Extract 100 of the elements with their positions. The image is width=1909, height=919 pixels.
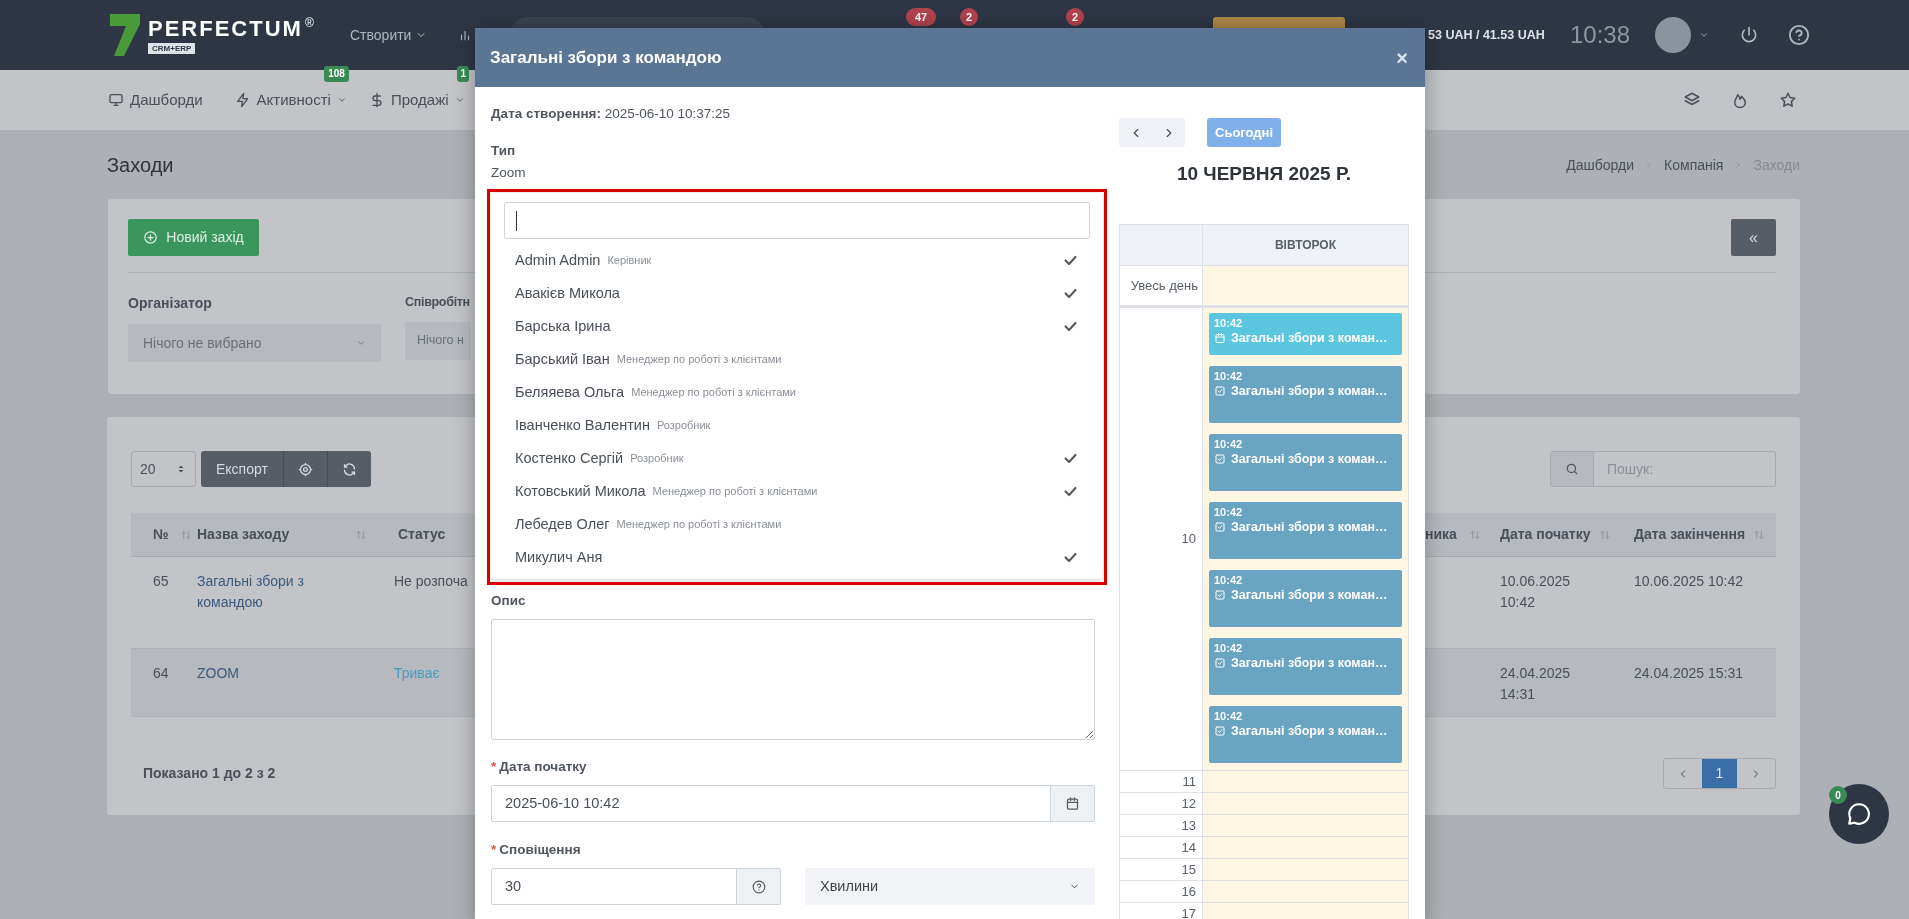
calendar-event[interactable]: 10:42 Загальні збори з коман…: [1209, 434, 1402, 491]
plus-circle-icon: [143, 230, 159, 245]
checkbox-icon: [1214, 725, 1226, 737]
column-header[interactable]: ника: [1425, 524, 1457, 545]
column-header[interactable]: Дата закінчення: [1634, 524, 1746, 545]
hour-label: 15: [1181, 862, 1196, 877]
create-menu[interactable]: Створити: [350, 24, 438, 46]
creation-date: Дата створення: 2025-06-10 10:37:25: [491, 105, 732, 122]
star-icon: [1779, 91, 1797, 109]
unit-select[interactable]: Хвилини: [805, 868, 1095, 905]
hour-label: 10: [1181, 530, 1196, 549]
event-link[interactable]: Загальні збори з командою: [185, 571, 378, 613]
reminder-field[interactable]: 30: [491, 868, 737, 905]
settings-icon: [297, 461, 313, 477]
column-header[interactable]: Статус: [398, 524, 446, 545]
hour-label: 13: [1181, 818, 1196, 833]
hour-label: 17: [1181, 906, 1196, 919]
help-icon: [751, 879, 766, 894]
page-size-select[interactable]: 20: [131, 451, 196, 487]
search-field[interactable]: [504, 202, 1090, 239]
calendar-event[interactable]: 10:42 Загальні збори з коман…: [1209, 638, 1402, 695]
type-value: Zoom: [491, 165, 527, 181]
power-icon: [1739, 25, 1759, 45]
notification-badge: 47: [906, 8, 936, 26]
hour-label: 12: [1181, 796, 1196, 811]
balance: 53 UAH / 41.53 UAH: [1428, 26, 1546, 44]
column-header[interactable]: Назва заходу: [197, 524, 290, 545]
calendar-event[interactable]: 10:42 Загальні збори з коман…: [1209, 366, 1402, 423]
table-cell-text: 24.04.2025 14:31: [1499, 664, 1572, 704]
new-event-button[interactable]: Новий захід: [128, 219, 259, 256]
today-button[interactable]: Сьогодні: [1207, 118, 1282, 147]
date-field[interactable]: 2025-06-10 10:42: [491, 785, 1051, 822]
checkbox-icon: [1214, 385, 1226, 397]
breadcrumb-link[interactable]: Компанія: [1664, 154, 1724, 176]
search-icon: [1565, 462, 1579, 476]
search-button[interactable]: [1550, 451, 1594, 487]
lightning-icon: [234, 92, 251, 108]
participant-option[interactable]: Микулич Аня: [491, 541, 1103, 574]
caret-icon: [356, 338, 366, 348]
select-field[interactable]: Нічого н: [405, 321, 471, 360]
calendar-icon: [1065, 796, 1080, 811]
table-summary: Показано 1 до 2 з 2: [142, 764, 276, 783]
participant-option[interactable]: Барська Ірина: [491, 310, 1103, 343]
all-day-label: Увесь день: [1130, 276, 1198, 295]
description-field[interactable]: [491, 619, 1095, 740]
participant-option[interactable]: Барський Іван Менеджер по роботі з клієнтами: [491, 343, 1103, 376]
avatar[interactable]: [1655, 17, 1691, 53]
column-header[interactable]: №: [153, 524, 169, 545]
table-cell-text: 24.04.2025 15:31: [1633, 664, 1744, 683]
calendar-icon: [1214, 332, 1226, 344]
page-button[interactable]: 1: [1702, 759, 1737, 788]
status-text: Не розпоча: [393, 572, 469, 591]
notification-badge: 2: [1066, 8, 1084, 26]
hour-label: 11: [1182, 774, 1196, 789]
participant-option[interactable]: Костенко Сергій Розробник: [491, 442, 1103, 475]
hour-label: 14: [1181, 840, 1196, 855]
caret-icon: [1699, 30, 1709, 40]
participant-option[interactable]: Беляяева Ольга Менеджер по роботі з клієнтами: [491, 376, 1103, 409]
table-cell-text: 10.06.2025 10:42: [1499, 572, 1572, 612]
field-label: Сповіщення: [499, 842, 581, 858]
event-link[interactable]: ZOOM: [185, 663, 378, 684]
day-header: ВІВТОРОК: [1274, 237, 1337, 254]
status-text: Триває: [393, 664, 441, 683]
required-mark: *: [491, 759, 497, 775]
table-cell-text: 65: [152, 572, 170, 591]
participant-option[interactable]: Іванченко Валентин Розробник: [491, 409, 1103, 442]
table-cell-text: 64: [152, 664, 170, 683]
registered-mark: ®: [304, 16, 314, 29]
calendar-title: 10 ЧЕРВНЯ 2025 Р.: [1175, 162, 1353, 186]
participant-option[interactable]: Лебедев Олег Менеджер по роботі з клієнтами: [491, 508, 1103, 541]
monitor-icon: [108, 92, 124, 108]
field-label: Опис: [491, 593, 527, 609]
page-title: Заходи: [107, 153, 174, 178]
chat-button[interactable]: [1829, 784, 1889, 844]
collapse-button[interactable]: «: [1731, 219, 1776, 256]
close-button[interactable]: ×: [1396, 42, 1410, 73]
column-header[interactable]: Дата початку: [1500, 524, 1591, 545]
participant-option[interactable]: Admin Admin Керівник: [491, 244, 1103, 277]
hour-label: 16: [1181, 884, 1196, 899]
nav-link[interactable]: Дашборди: [130, 88, 203, 112]
select-field[interactable]: Нічого не вибрано: [128, 324, 381, 362]
participant-option[interactable]: Котовський Микола Менеджер по роботі з клієнтами: [491, 475, 1103, 508]
table-cell-text: 10.06.2025 10:42: [1633, 572, 1744, 591]
field-label: Організатор: [128, 294, 213, 313]
help-button[interactable]: [737, 868, 781, 905]
calendar-event[interactable]: 10:42 Загальні збори з коман…: [1209, 706, 1402, 763]
clock: 10:38: [1570, 20, 1632, 50]
calendar-event[interactable]: 10:42 Загальні збори з коман…: [1209, 570, 1402, 627]
calendar-button[interactable]: [1051, 785, 1095, 822]
nav-link[interactable]: Продажі: [390, 88, 449, 112]
bar-chart-icon: [458, 28, 472, 42]
checkbox-icon: [1214, 521, 1226, 533]
calendar-event[interactable]: 10:42 Загальні збори з коман…: [1209, 502, 1402, 559]
participant-option[interactable]: Авакієв Микола: [491, 277, 1103, 310]
logo-tagline: CRM+ERP: [148, 42, 196, 54]
logo-icon: [110, 14, 140, 56]
nav-link[interactable]: Активності: [256, 88, 331, 112]
breadcrumb-link[interactable]: Дашборди: [1566, 154, 1635, 176]
help-icon: [1788, 24, 1810, 46]
chat-badge: 0: [1829, 786, 1847, 804]
